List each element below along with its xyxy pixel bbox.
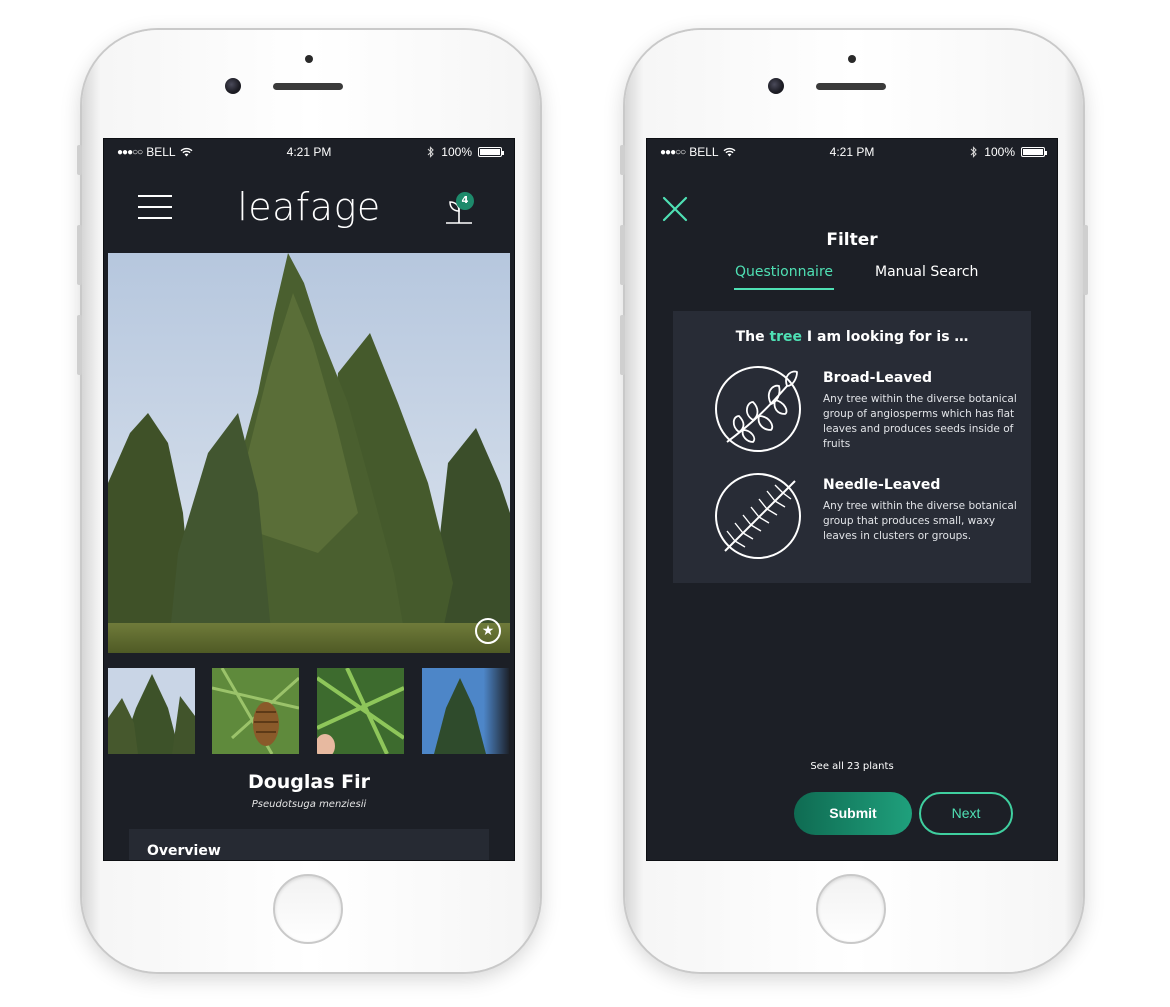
- battery-percent: 100%: [441, 145, 472, 159]
- front-camera: [768, 78, 784, 94]
- thumbnail-tree[interactable]: [108, 668, 195, 754]
- earpiece-speaker: [273, 83, 343, 90]
- next-button[interactable]: Next: [919, 792, 1013, 835]
- front-camera: [225, 78, 241, 94]
- app-header: leafage 4: [104, 165, 514, 253]
- home-button[interactable]: [816, 874, 886, 944]
- tab-manual-search[interactable]: Manual Search: [875, 264, 978, 280]
- volume-up-button: [77, 225, 82, 285]
- option-title: Broad-Leaved: [823, 370, 932, 386]
- home-button[interactable]: [273, 874, 343, 944]
- tree-photo: [108, 253, 510, 653]
- broad-leaf-branch-icon: [715, 366, 801, 452]
- overview-section[interactable]: Overview: [129, 829, 489, 860]
- close-icon[interactable]: [661, 195, 689, 223]
- status-right: 100%: [970, 145, 1047, 159]
- volume-down-button: [620, 315, 625, 375]
- question-prefix: The: [735, 329, 765, 345]
- battery-percent: 100%: [984, 145, 1015, 159]
- plant-hero-image[interactable]: ★: [108, 253, 510, 653]
- volume-up-button: [620, 225, 625, 285]
- overview-title: Overview: [147, 843, 221, 859]
- bluetooth-icon: [970, 146, 978, 158]
- tab-questionnaire[interactable]: Questionnaire: [734, 264, 834, 280]
- proximity-sensor: [848, 55, 856, 63]
- question-accent: tree: [769, 329, 803, 345]
- filter-title: Filter: [826, 230, 878, 250]
- needle-leaf-branch-icon: [715, 473, 801, 559]
- status-bar: ●●●○○ BELL 4:21 PM 100%: [104, 139, 514, 165]
- photo-thumbnails: [108, 668, 510, 754]
- mute-switch: [77, 145, 82, 175]
- plant-detail-screen: ●●●○○ BELL 4:21 PM 100% leafage 4 ★ Doug…: [103, 138, 515, 861]
- option-description: Any tree within the diverse botanical gr…: [823, 500, 1017, 542]
- thumbnail-cone[interactable]: [212, 668, 299, 754]
- phone-frame-right: ●●●○○ BELL 4:21 PM 100% Filter Questionn…: [620, 30, 1088, 972]
- thumbnail-tree-sky[interactable]: [422, 668, 509, 754]
- volume-down-button: [77, 315, 82, 375]
- question-text: The tree I am looking for is …: [673, 329, 1031, 345]
- mute-switch: [620, 145, 625, 175]
- proximity-sensor: [305, 55, 313, 63]
- filter-tabs: Questionnaire Manual Search: [647, 264, 1057, 292]
- filter-screen: ●●●○○ BELL 4:21 PM 100% Filter Questionn…: [646, 138, 1058, 861]
- status-right: 100%: [427, 145, 504, 159]
- plant-count-badge: 4: [456, 192, 474, 210]
- plant-common-name: Douglas Fir: [247, 771, 371, 793]
- battery-icon: [478, 147, 504, 157]
- status-bar: ●●●○○ BELL 4:21 PM 100%: [647, 139, 1057, 165]
- battery-icon: [1021, 147, 1047, 157]
- option-title: Needle-Leaved: [823, 477, 941, 493]
- active-tab-indicator: [734, 288, 834, 290]
- see-all-plants-link[interactable]: See all 23 plants: [647, 761, 1057, 772]
- plant-scientific-name: Pseudotsuga menziesii: [251, 799, 367, 810]
- power-button: [1083, 225, 1088, 295]
- question-suffix: I am looking for is …: [806, 329, 969, 345]
- earpiece-speaker: [816, 83, 886, 90]
- option-needle-leaved[interactable]: Needle-Leaved Any tree within the divers…: [713, 471, 1017, 563]
- favorite-star-icon[interactable]: ★: [475, 618, 501, 644]
- questionnaire-card: The tree I am looking for is … Broad-Lea…: [673, 311, 1031, 583]
- bluetooth-icon: [427, 146, 435, 158]
- option-description: Any tree within the diverse botanical gr…: [823, 393, 1017, 450]
- submit-button[interactable]: Submit: [794, 792, 912, 835]
- thumbnail-needles[interactable]: [317, 668, 404, 754]
- phone-frame-left: ●●●○○ BELL 4:21 PM 100% leafage 4 ★ Doug…: [77, 30, 540, 972]
- option-broad-leaved[interactable]: Broad-Leaved Any tree within the diverse…: [713, 364, 1017, 456]
